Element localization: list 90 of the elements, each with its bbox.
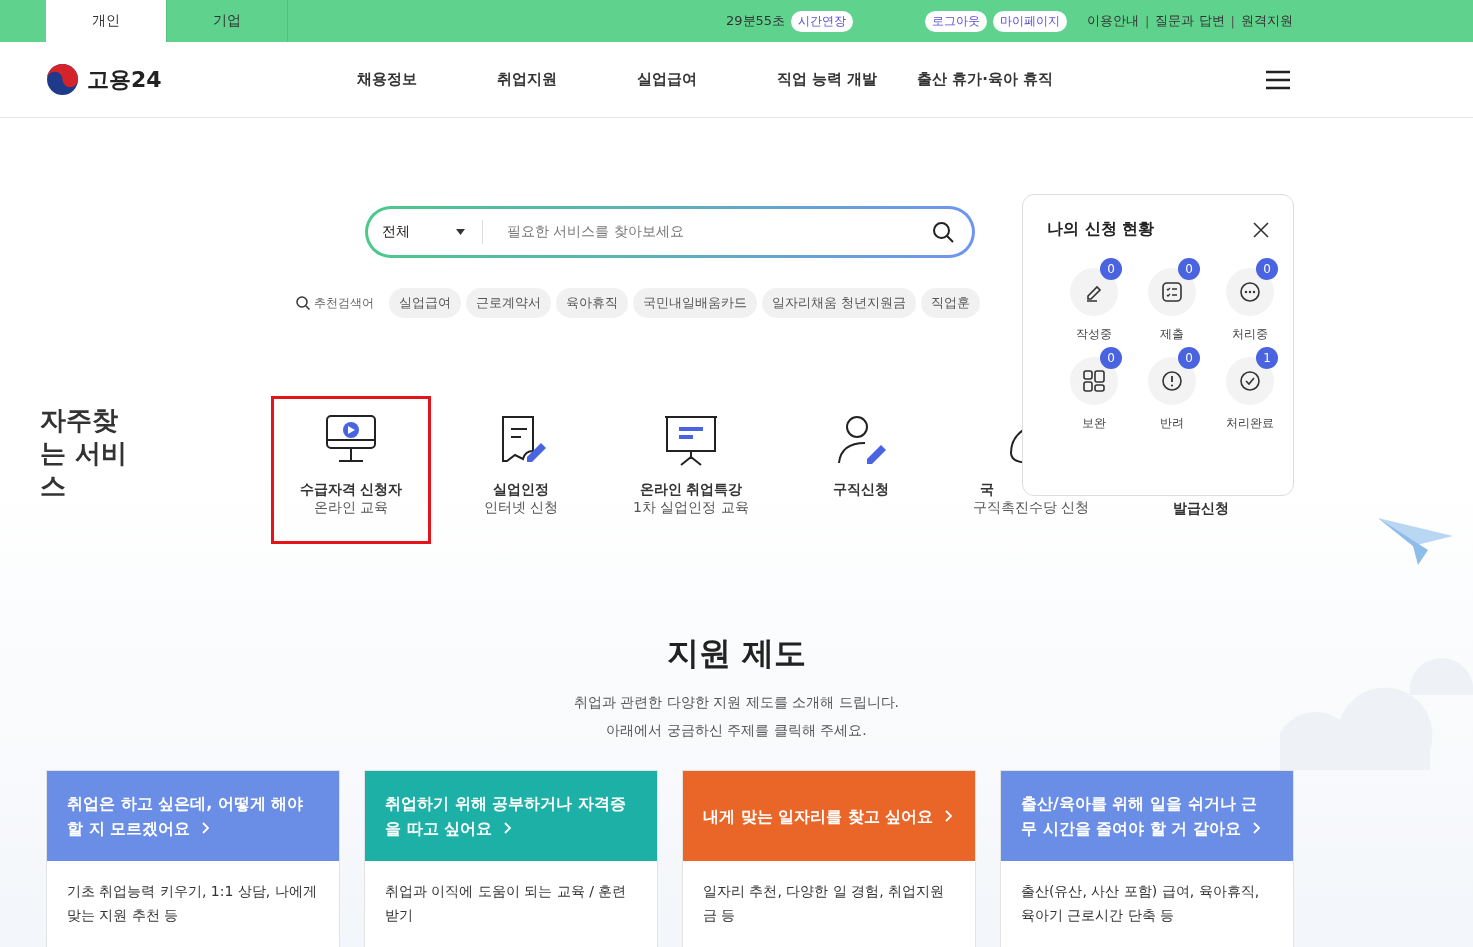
paper-plane-icon: [1378, 516, 1454, 566]
service-item[interactable]: 수급자격 신청자 온라인 교육: [271, 396, 431, 544]
link-separator: |: [1230, 13, 1235, 29]
status-item[interactable]: 0 처리중: [1211, 258, 1289, 343]
count-badge: 0: [1256, 258, 1278, 280]
support-card[interactable]: 내게 맞는 일자리를 찾고 싶어요 일자리 추천, 다양한 일 경험, 취업지원금 등: [682, 770, 976, 947]
count-badge: 0: [1178, 258, 1200, 280]
popup-title: 나의 신청 현황: [1047, 219, 1155, 240]
service-label: 실업인정: [493, 481, 549, 499]
chevron-icon: [945, 809, 954, 822]
section-subtitle: 취업과 관련한 다양한 지원 제도를 소개해 드립니다.: [572, 693, 901, 712]
section-subtitle: 아래에서 궁금하신 주제를 클릭해 주세요.: [605, 721, 868, 740]
card-description: 일자리 추천, 다양한 일 경험, 취업지원금 등: [702, 882, 946, 925]
service-label: 국: [980, 481, 994, 499]
taegeuk-icon: [46, 63, 79, 96]
service-label: 구직촉진수당 신청: [972, 499, 1090, 517]
keyword-chip[interactable]: 직업훈: [921, 288, 981, 318]
support-card[interactable]: 출산/육아를 위해 일을 쉬거나 근무 시간을 줄여야 할 거 같아요 출산(유산, 사산 포함) 급여, 육아휴직, 육아기 근로시간 단축 등: [1000, 770, 1294, 947]
service-label: 1차 실업인정 교육: [633, 499, 749, 517]
alert-icon: [1160, 369, 1184, 393]
status-item[interactable]: 0 제출: [1133, 258, 1211, 343]
service-label: 수급자격 신청자: [299, 481, 403, 499]
dots-icon: [1238, 280, 1262, 304]
status-label: 작성중: [1076, 326, 1112, 343]
menu-icon[interactable]: [1265, 69, 1291, 90]
keyword-chip[interactable]: 일자리채움 청년지원금: [762, 288, 917, 318]
service-item[interactable]: 온라인 취업특강 1차 실업인정 교육: [611, 396, 771, 544]
service-item[interactable]: 실업인정 인터넷 신청: [441, 396, 601, 544]
nav-link[interactable]: 채용정보: [357, 70, 497, 89]
caret-icon: [456, 229, 465, 235]
keyword-chip[interactable]: 육아휴직: [556, 288, 628, 318]
service-label: 온라인 교육: [313, 499, 389, 517]
session-timer: 29분55초: [726, 12, 786, 30]
status-label: 보완: [1082, 415, 1106, 432]
top-tab[interactable]: 개인: [46, 0, 167, 42]
status-item[interactable]: 0 반려: [1133, 347, 1211, 432]
recommended-label: 추천검색어: [314, 294, 374, 312]
close-icon[interactable]: [1253, 221, 1269, 238]
logout-button[interactable]: 로그아웃: [925, 10, 988, 32]
chevron-icon: [504, 822, 513, 834]
keyword-chip[interactable]: 국민내일배움카드: [633, 288, 757, 318]
keyword-chip[interactable]: 근로계약서: [466, 288, 551, 318]
search-icon: [296, 296, 310, 310]
status-item[interactable]: 0 작성중: [1055, 258, 1133, 343]
service-label: 인터넷 신청: [483, 499, 559, 517]
site-logo[interactable]: 고용24: [87, 64, 162, 95]
status-item[interactable]: 0 보완: [1055, 347, 1133, 432]
status-label: 반려: [1160, 415, 1184, 432]
nav-link[interactable]: 실업급여: [637, 70, 777, 89]
top-link[interactable]: 원격지원: [1241, 12, 1293, 30]
category-select[interactable]: 전체: [368, 220, 483, 244]
card-title: 출산/육아를 위해 일을 쉬거나 근무 시간을 줄여야 할 거 같아요: [1021, 791, 1273, 841]
nav-link[interactable]: 직업 능력 개발: [777, 70, 917, 89]
top-link[interactable]: 이용안내: [1087, 12, 1140, 30]
check-icon: [1238, 369, 1262, 393]
section-title: 자주찾는 서비스: [40, 404, 129, 503]
top-link[interactable]: 질문과 답변: [1155, 12, 1225, 30]
mypage-button[interactable]: 마이페이지: [993, 10, 1068, 32]
status-item[interactable]: 1 처리완료: [1211, 347, 1289, 432]
nav-link[interactable]: 출산 휴가·육아 휴직: [917, 70, 1057, 89]
nav-link[interactable]: 취업지원: [497, 70, 637, 89]
card-title: 내게 맞는 일자리를 찾고 싶어요: [703, 803, 954, 829]
service-label: 온라인 취업특강: [639, 481, 743, 499]
count-badge: 0: [1100, 258, 1122, 280]
list-icon: [1160, 280, 1184, 304]
status-label: 제출: [1160, 326, 1184, 343]
search-placeholder: 필요한 서비스를 찾아보세요: [506, 223, 685, 241]
card-description: 출산(유산, 사산 포함) 급여, 육아휴직, 육아기 근로시간 단축 등: [1020, 882, 1261, 925]
count-badge: 0: [1100, 347, 1122, 369]
service-item[interactable]: 구직신청: [781, 396, 941, 544]
support-card[interactable]: 취업은 하고 싶은데, 어떻게 해야 할 지 모르겠어요 기초 취업능력 키우기, 1:1 상담, 나에게 맞는 지원 추천 등: [46, 770, 340, 947]
card-title: 취업은 하고 싶은데, 어떻게 해야 할 지 모르겠어요: [67, 793, 305, 840]
keyword-chip[interactable]: 실업급여: [389, 288, 461, 318]
extend-button[interactable]: 시간연장: [791, 10, 854, 32]
card-title: 취업하기 위해 공부하거나 자격증을 따고 싶어요: [385, 793, 627, 840]
status-label: 처리완료: [1226, 415, 1274, 432]
easel-icon: [663, 413, 719, 469]
chevron-icon: [202, 822, 211, 834]
grid-icon: [1082, 369, 1106, 393]
service-label: 구직신청: [833, 481, 889, 499]
link-separator: |: [1145, 13, 1150, 29]
support-card[interactable]: 취업하기 위해 공부하거나 자격증을 따고 싶어요 취업과 이직에 도움이 되는 교육 / 훈련 받기: [364, 770, 658, 947]
status-label: 처리중: [1232, 326, 1268, 343]
search-icon[interactable]: [932, 221, 954, 243]
count-badge: 1: [1256, 347, 1278, 369]
section-title: 지원 제도: [665, 633, 808, 674]
chevron-icon: [1252, 822, 1261, 834]
count-badge: 0: [1178, 347, 1200, 369]
card-description: 취업과 이직에 도움이 되는 교육 / 훈련 받기: [384, 882, 628, 925]
card-description: 기초 취업능력 키우기, 1:1 상담, 나에게 맞는 지원 추천 등: [66, 882, 318, 925]
